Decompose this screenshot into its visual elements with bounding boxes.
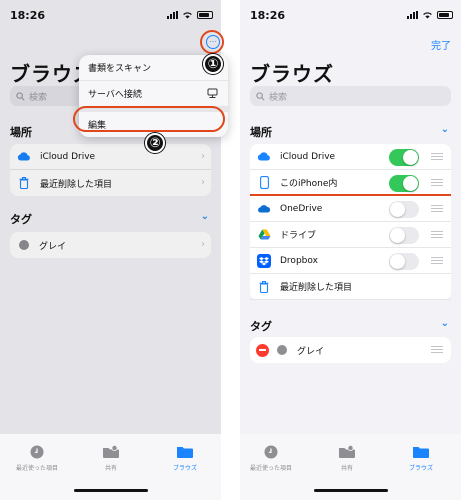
location-label: ドライブ: [280, 231, 317, 241]
reorder-grip-icon[interactable]: [431, 205, 443, 212]
tag-row-gray[interactable]: グレイ: [250, 337, 451, 363]
tags-header-label: タグ: [250, 320, 272, 333]
chevron-down-icon[interactable]: ⌄: [441, 124, 449, 135]
tab-bar: 最近使った項目 共有 ブラウズ: [0, 434, 221, 500]
server-icon: [207, 88, 218, 102]
highlight-circle: [200, 30, 224, 54]
on-my-iphone-toggle[interactable]: [389, 175, 419, 192]
iphone-icon: [256, 176, 272, 190]
location-label: 最近削除した項目: [280, 283, 353, 293]
tab-recents[interactable]: 最近使った項目: [240, 444, 306, 472]
tab-label: 最近使った項目: [15, 465, 58, 472]
reorder-grip-icon[interactable]: [431, 257, 443, 264]
google-drive-icon: [256, 228, 272, 242]
menu-item-label: 書類をスキャン: [88, 64, 152, 74]
location-row-onedrive[interactable]: OneDrive: [250, 196, 451, 222]
location-label: OneDrive: [280, 203, 323, 214]
folder-icon: [177, 447, 193, 458]
reorder-grip-icon[interactable]: [431, 346, 443, 353]
tab-label: ブラウズ: [172, 465, 197, 472]
onedrive-toggle[interactable]: [389, 201, 419, 218]
shared-folder-icon: [103, 445, 119, 458]
reorder-grip-icon[interactable]: [431, 179, 443, 186]
status-icons: [407, 11, 453, 19]
search-icon: [256, 91, 265, 101]
trash-icon: [256, 280, 272, 294]
clock-icon: [264, 445, 278, 459]
reorder-grip-icon[interactable]: [431, 153, 443, 160]
locations-list: iCloud Drive このiPhone内 OneDrive ドライブ Dro…: [250, 144, 451, 300]
tag-label: グレイ: [297, 346, 325, 357]
icloud-toggle[interactable]: [389, 149, 419, 166]
tab-label: ブラウズ: [408, 465, 433, 472]
tab-recents[interactable]: 最近使った項目: [2, 444, 72, 472]
search-field[interactable]: 検索: [250, 86, 451, 106]
tab-shared[interactable]: 共有: [76, 444, 146, 472]
reorder-grip-icon[interactable]: [431, 231, 443, 238]
chevron-down-icon[interactable]: ⌄: [441, 318, 449, 329]
tags-list: グレイ: [250, 337, 451, 363]
location-row-icloud[interactable]: iCloud Drive: [250, 144, 451, 170]
location-row-google-drive[interactable]: ドライブ: [250, 222, 451, 248]
status-bar: 18:26: [240, 9, 461, 25]
status-time: 18:26: [250, 9, 286, 22]
tab-label: 共有: [104, 465, 117, 472]
delete-minus-icon[interactable]: [256, 343, 269, 357]
locations-header-label: 場所: [250, 126, 272, 139]
battery-icon: [437, 11, 453, 19]
search-placeholder: 検索: [269, 92, 288, 103]
dropbox-icon: [256, 253, 272, 268]
location-row-recently-deleted[interactable]: 最近削除した項目: [250, 274, 451, 300]
tab-browse[interactable]: ブラウズ: [386, 444, 456, 472]
right-screen: 18:26 完了 ブラウズ 検索 場所 ⌄ iCloud Drive このiPh…: [240, 0, 461, 500]
locations-header: 場所 ⌄: [250, 124, 451, 139]
home-indicator: [313, 489, 388, 492]
folder-icon: [413, 447, 429, 458]
wifi-icon: [423, 12, 432, 19]
gray-tag-dot: [277, 345, 287, 355]
location-label: Dropbox: [280, 255, 318, 266]
tab-label: 最近使った項目: [249, 465, 292, 472]
tab-shared[interactable]: 共有: [312, 444, 382, 472]
step-badge-1: ①: [203, 54, 223, 74]
location-row-dropbox[interactable]: Dropbox: [250, 248, 451, 274]
onedrive-icon: [256, 202, 272, 216]
location-row-on-my-iphone[interactable]: このiPhone内: [250, 170, 451, 196]
google-drive-toggle[interactable]: [389, 227, 419, 244]
menu-item-label: サーバへ接続: [88, 90, 142, 100]
page-title: ブラウズ: [250, 62, 334, 86]
icloud-icon: [256, 150, 272, 164]
location-label: iCloud Drive: [280, 151, 336, 162]
menu-item-connect-server[interactable]: サーバへ接続: [79, 81, 228, 107]
done-button[interactable]: 完了: [431, 37, 451, 52]
clock-icon: [30, 445, 44, 459]
tab-label: 共有: [340, 465, 353, 472]
highlight-pill: [73, 106, 225, 132]
tab-browse[interactable]: ブラウズ: [150, 444, 220, 472]
tags-header: タグ ⌄: [250, 318, 451, 333]
location-label: このiPhone内: [280, 179, 338, 189]
signal-icon: [407, 11, 418, 19]
dropbox-toggle[interactable]: [389, 253, 419, 270]
highlight-underline: [250, 194, 451, 196]
home-indicator: [73, 489, 148, 492]
tab-bar: 最近使った項目 共有 ブラウズ: [240, 434, 461, 500]
shared-folder-icon: [339, 445, 355, 458]
step-badge-2: ②: [145, 133, 165, 153]
